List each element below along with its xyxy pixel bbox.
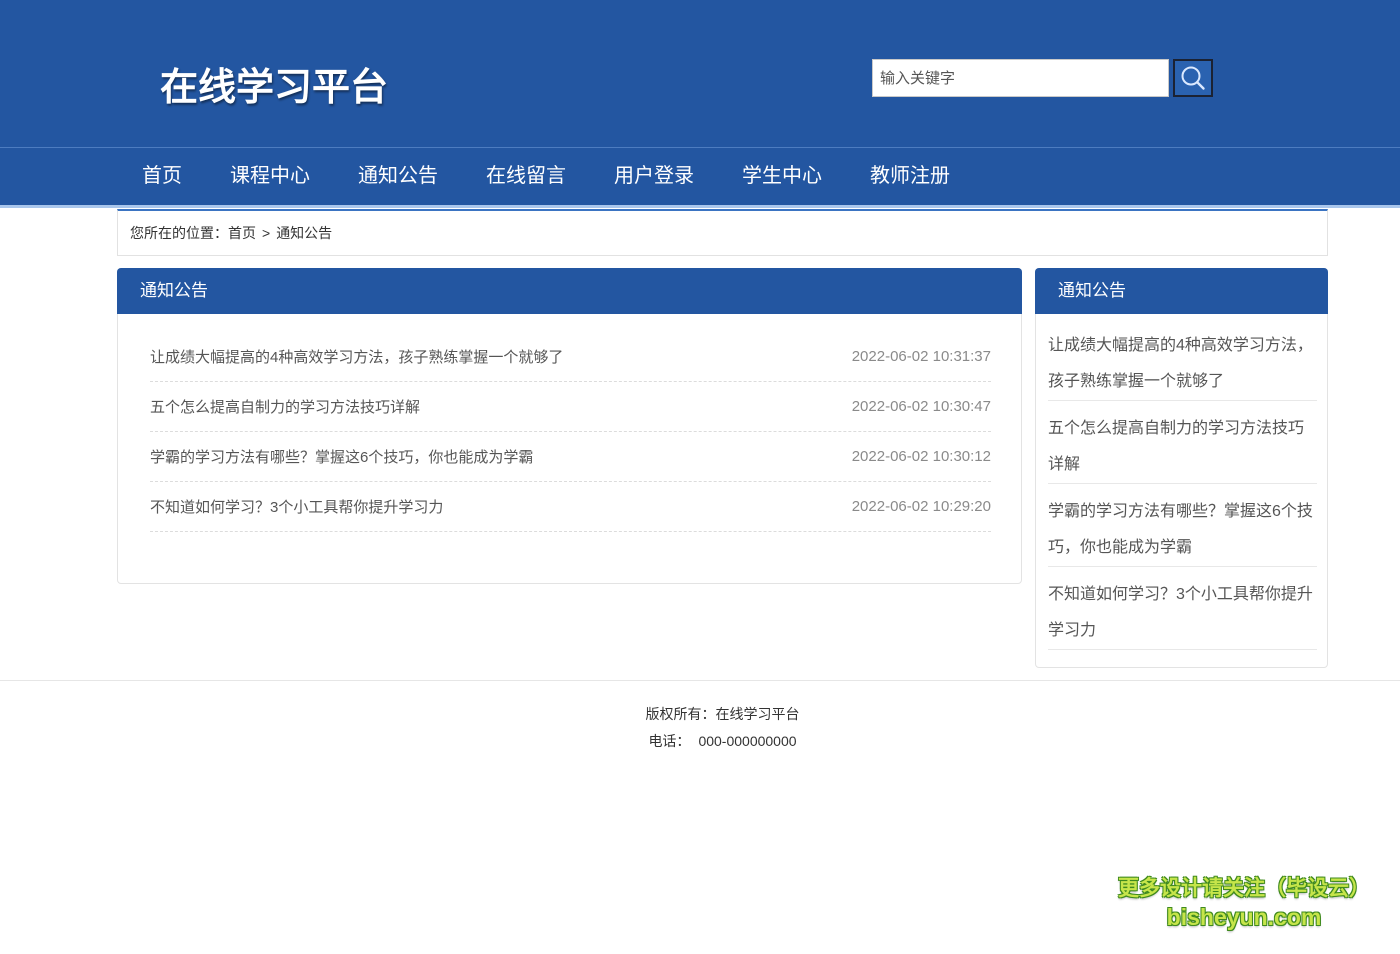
nav-item-notices[interactable]: 通知公告 bbox=[334, 148, 462, 205]
footer-phone: 电话： 000-000000000 bbox=[117, 728, 1328, 755]
watermark-line2: bisheyun.com bbox=[1166, 904, 1322, 930]
search-button[interactable] bbox=[1173, 59, 1213, 97]
breadcrumb-separator: > bbox=[262, 225, 271, 241]
notice-title-link[interactable]: 五个怎么提高自制力的学习方法技巧详解 bbox=[150, 396, 832, 417]
footer-content: 版权所有：在线学习平台 电话： 000-000000000 bbox=[117, 701, 1328, 755]
site-header: 在线学习平台 bbox=[0, 0, 1400, 147]
breadcrumb-prefix: 您所在的位置： bbox=[130, 225, 228, 241]
notice-title-link[interactable]: 让成绩大幅提高的4种高效学习方法，孩子熟练掌握一个就够了 bbox=[150, 346, 832, 367]
nav-list: 首页 课程中心 通知公告 在线留言 用户登录 学生中心 教师注册 bbox=[118, 148, 974, 205]
breadcrumb-current: 通知公告 bbox=[276, 225, 333, 241]
sidebar-notice-title: 通知公告 bbox=[1035, 268, 1328, 314]
sidebar-notice-panel: 通知公告 让成绩大幅提高的4种高效学习方法，孩子熟练掌握一个就够了 五个怎么提高… bbox=[1035, 268, 1328, 668]
nav-item-courses[interactable]: 课程中心 bbox=[206, 148, 334, 205]
main-nav: 首页 课程中心 通知公告 在线留言 用户登录 学生中心 教师注册 bbox=[0, 147, 1400, 208]
nav-item-student-center[interactable]: 学生中心 bbox=[718, 148, 846, 205]
list-item: 让成绩大幅提高的4种高效学习方法，孩子熟练掌握一个就够了 2022-06-02 … bbox=[150, 332, 991, 382]
notice-list: 让成绩大幅提高的4种高效学习方法，孩子熟练掌握一个就够了 2022-06-02 … bbox=[118, 314, 1021, 532]
footer-phone-number: 000-000000000 bbox=[698, 733, 797, 749]
search-icon bbox=[1180, 65, 1206, 91]
watermark: 更多设计请关注（毕设云） bisheyun.com bbox=[1112, 874, 1376, 930]
notice-list-title: 通知公告 bbox=[117, 268, 1022, 314]
notice-date: 2022-06-02 10:29:20 bbox=[851, 498, 991, 515]
notice-date: 2022-06-02 10:30:47 bbox=[851, 398, 991, 415]
sidebar-notice-link[interactable]: 不知道如何学习？3个小工具帮你提升学习力 bbox=[1048, 567, 1317, 650]
notice-list-panel: 通知公告 让成绩大幅提高的4种高效学习方法，孩子熟练掌握一个就够了 2022-0… bbox=[117, 268, 1022, 584]
sidebar-notice-link[interactable]: 让成绩大幅提高的4种高效学习方法，孩子熟练掌握一个就够了 bbox=[1048, 318, 1317, 401]
list-item: 学霸的学习方法有哪些？掌握这6个技巧，你也能成为学霸 2022-06-02 10… bbox=[150, 432, 991, 482]
site-footer: 版权所有：在线学习平台 电话： 000-000000000 bbox=[0, 680, 1400, 755]
nav-item-messages[interactable]: 在线留言 bbox=[462, 148, 590, 205]
list-item: 五个怎么提高自制力的学习方法技巧详解 2022-06-02 10:30:47 bbox=[150, 382, 991, 432]
notice-date: 2022-06-02 10:31:37 bbox=[851, 348, 991, 365]
footer-phone-label: 电话： bbox=[648, 733, 691, 749]
notice-title-link[interactable]: 学霸的学习方法有哪些？掌握这6个技巧，你也能成为学霸 bbox=[150, 446, 832, 467]
footer-copyright: 版权所有：在线学习平台 bbox=[645, 706, 800, 722]
notice-title-link[interactable]: 不知道如何学习？3个小工具帮你提升学习力 bbox=[150, 496, 832, 517]
watermark-line1: 更多设计请关注（毕设云） bbox=[1118, 877, 1370, 900]
breadcrumb-home-link[interactable]: 首页 bbox=[228, 225, 256, 241]
sidebar-notice-link[interactable]: 五个怎么提高自制力的学习方法技巧详解 bbox=[1048, 401, 1317, 484]
sidebar-notice-list: 让成绩大幅提高的4种高效学习方法，孩子熟练掌握一个就够了 五个怎么提高自制力的学… bbox=[1036, 314, 1327, 650]
notice-date: 2022-06-02 10:30:12 bbox=[851, 448, 991, 465]
list-item: 不知道如何学习？3个小工具帮你提升学习力 2022-06-02 10:29:20 bbox=[150, 482, 991, 532]
search-input[interactable] bbox=[872, 59, 1169, 97]
sidebar-notice-link[interactable]: 学霸的学习方法有哪些？掌握这6个技巧，你也能成为学霸 bbox=[1048, 484, 1317, 567]
breadcrumb: 您所在的位置：首页 > 通知公告 bbox=[117, 209, 1328, 256]
site-title: 在线学习平台 bbox=[160, 67, 389, 109]
nav-item-home[interactable]: 首页 bbox=[118, 148, 206, 205]
nav-item-teacher-register[interactable]: 教师注册 bbox=[846, 148, 974, 205]
nav-item-login[interactable]: 用户登录 bbox=[590, 148, 718, 205]
